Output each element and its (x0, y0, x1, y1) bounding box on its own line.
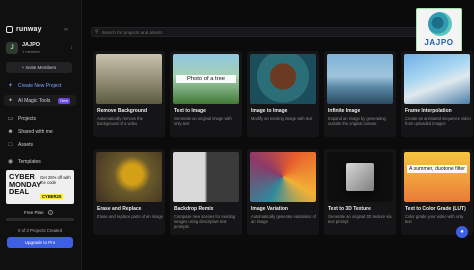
tool-title: Backdrop Remix (174, 206, 214, 212)
tool-card-text-to-3d-texture[interactable]: Text to 3D Texture Generate an original … (324, 149, 396, 235)
workspace-switcher[interactable]: J JAJPO 1 member ↕ (6, 40, 76, 56)
thumbnail-caption: A summer, duotone filter (407, 165, 467, 173)
tool-thumbnail (327, 54, 393, 104)
tool-card-erase-and-replace[interactable]: Erase and Replace Erase and replace part… (93, 149, 165, 235)
search-bar[interactable]: ⚲ (91, 27, 437, 37)
sidebar-item-label: Assets (18, 141, 34, 148)
globe-dots-logo (428, 12, 452, 36)
tool-description: Modify an existing image with text (251, 116, 313, 121)
promo-banner[interactable]: CYBER MONDAY DEAL Get 25% off with the c… (6, 170, 74, 204)
sidebar-item-ai-magic-tools[interactable]: ✦ AI Magic Tools New (4, 95, 76, 106)
plan-label: Free Plan (24, 210, 44, 215)
tool-card-image-to-image[interactable]: Image to Image Modify an existing image … (247, 51, 319, 137)
tool-thumbnail (327, 152, 393, 202)
tool-description: Generate an original image with only tex… (174, 116, 232, 126)
tool-card-image-variation[interactable]: Image Variation Automatically generate v… (247, 149, 319, 235)
people-icon: ☻ (7, 128, 14, 135)
new-badge: New (58, 98, 70, 104)
workspace-name: JAJPO (22, 42, 41, 48)
chat-support-icon[interactable]: ● (456, 226, 468, 238)
tool-title: Text to Image (174, 108, 206, 114)
tool-thumbnail: Photo of a tree (173, 54, 239, 104)
template-icon: ◉ (7, 159, 14, 165)
tool-card-text-to-image[interactable]: Photo of a tree Text to Image Generate a… (170, 51, 242, 137)
tool-thumbnail (404, 54, 470, 104)
plus-icon: + (8, 82, 13, 89)
sidebar-item-assets[interactable]: □ Assets (4, 139, 76, 150)
sidebar-item-label: Projects (18, 115, 37, 122)
brand[interactable]: runway (6, 26, 42, 33)
tool-description: Automatically remove the background of a… (97, 116, 143, 126)
sidebar: runway ‹‹ J JAJPO 1 member ↕ + Invite Me… (0, 0, 82, 270)
projects-created-count: 0 of 3 Projects Created (18, 228, 62, 233)
tool-description: Erase and replace parts of an image (97, 214, 163, 219)
brand-name: runway (16, 26, 42, 33)
sidebar-item-label: AI Magic Tools (18, 97, 51, 104)
sidebar-item-templates[interactable]: ◉ Templates (4, 156, 76, 167)
tool-description: Generate an original 3D texture via text… (328, 214, 392, 224)
tool-title: Infinite Image (328, 108, 361, 114)
upgrade-button[interactable]: Upgrade to Pro (7, 237, 73, 248)
search-input[interactable] (101, 29, 402, 35)
tool-card-remove-background[interactable]: Remove Background Automatically remove t… (93, 51, 165, 137)
thumbnail-caption: Photo of a tree (176, 75, 236, 83)
tool-description: Automatically generate variations of an … (251, 214, 316, 224)
tool-description: Expand an image by generating outside th… (328, 116, 386, 126)
sidebar-item-label: Shared with me (18, 128, 53, 135)
tool-thumbnail (96, 152, 162, 202)
box-icon: □ (8, 141, 13, 148)
chevron-updown-icon: ↕ (70, 45, 74, 51)
search-icon: ⚲ (95, 29, 99, 35)
tool-card-infinite-image[interactable]: Infinite Image Expand an image by genera… (324, 51, 396, 137)
sparkle-icon: ✦ (7, 98, 14, 104)
tool-thumbnail (96, 54, 162, 104)
runway-logo-icon (6, 26, 13, 33)
cube-graphic (346, 163, 374, 191)
tool-description: Compose new scenes for existing images u… (174, 214, 236, 229)
sidebar-item-projects[interactable]: ▭ Projects (4, 113, 76, 124)
tool-thumbnail (250, 54, 316, 104)
tool-title: Image to Image (251, 108, 288, 114)
promo-code: CYBER25 (40, 194, 64, 199)
tool-description: Color grade your video with only text (405, 214, 464, 224)
tool-thumbnail (250, 152, 316, 202)
promo-title: CYBER MONDAY DEAL (9, 172, 42, 196)
tool-description: Create an animated sequence video from u… (405, 116, 471, 126)
sidebar-item-label: Templates (18, 158, 41, 165)
info-icon[interactable]: i (48, 210, 53, 215)
tool-card-backdrop-remix[interactable]: Backdrop Remix Compose new scenes for ex… (170, 149, 242, 235)
sidebar-item-create-project[interactable]: + Create New Project (4, 80, 76, 91)
folder-icon: ▭ (7, 116, 14, 122)
projects-progress-bar (6, 218, 74, 221)
sidebar-item-label: Create New Project (18, 82, 62, 89)
tool-title: Frame Interpolation (405, 108, 452, 114)
tool-title: Text to 3D Texture (328, 206, 371, 212)
tool-thumbnail (173, 152, 239, 202)
tool-thumbnail: A summer, duotone filter (404, 152, 470, 202)
collapse-sidebar-icon[interactable]: ‹‹ (64, 27, 68, 33)
tool-title: Remove Background (97, 108, 148, 114)
tool-title: Erase and Replace (97, 206, 142, 212)
workspace-members: 1 member (22, 49, 41, 54)
tool-card-text-to-color-grade[interactable]: A summer, duotone filter Text to Color G… (401, 149, 473, 235)
promo-offer: Get 25% off with the code (40, 175, 71, 185)
logo-text: JAJPO (424, 38, 454, 47)
sidebar-item-shared[interactable]: ☻ Shared with me (4, 126, 76, 137)
tool-title: Text to Color Grade (LUT) (405, 206, 466, 212)
tool-card-frame-interpolation[interactable]: Frame Interpolation Create an animated s… (401, 51, 473, 137)
tool-title: Image Variation (251, 206, 288, 212)
invite-members-button[interactable]: + Invite Members (6, 62, 72, 73)
workspace-avatar: J (6, 42, 18, 54)
jajpo-logo: JAJPO (416, 8, 462, 53)
